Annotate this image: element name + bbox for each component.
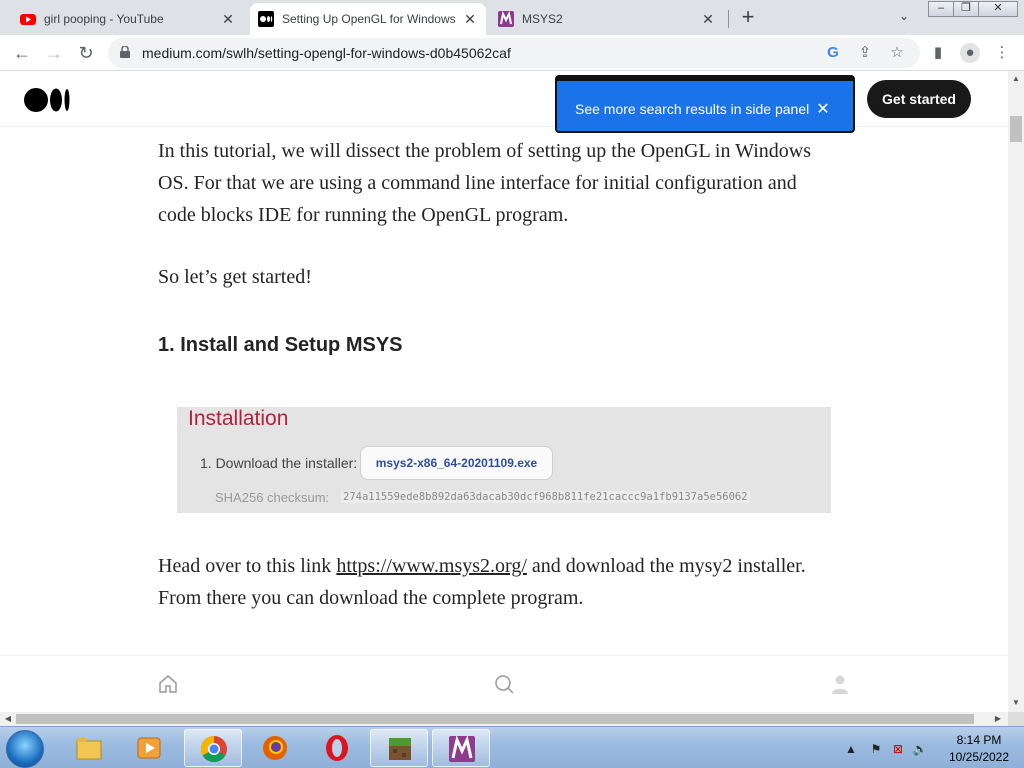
address-bar[interactable]: medium.com/swlh/setting-opengl-for-windo…	[108, 38, 920, 68]
taskbar-chrome[interactable]	[184, 729, 242, 767]
file-explorer-icon	[76, 738, 102, 760]
close-window-icon[interactable]: ✕	[978, 1, 1018, 17]
medium-header: Get started	[0, 71, 1008, 127]
taskbar-minecraft[interactable]	[370, 729, 428, 767]
taskbar-media-player[interactable]	[120, 729, 178, 767]
paragraph-text: Head over to this link	[158, 555, 337, 577]
msys-link-paragraph: Head over to this link https://www.msys2…	[158, 550, 838, 614]
user-avatar-icon[interactable]	[828, 672, 852, 696]
url-text: medium.com/swlh/setting-opengl-for-windo…	[142, 45, 511, 61]
media-player-icon	[137, 737, 161, 759]
web-page: In this tutorial, we will dissect the pr…	[0, 71, 1008, 712]
show-hidden-icons-icon[interactable]: ▲	[843, 741, 859, 757]
side-panel-icon[interactable]: ▮	[928, 43, 948, 63]
start-button-windows-icon[interactable]	[6, 730, 44, 768]
close-tab-icon[interactable]: ✕	[700, 11, 716, 28]
home-icon[interactable]	[156, 672, 180, 696]
vertical-scroll-thumb[interactable]	[1010, 116, 1022, 142]
vertical-scrollbar[interactable]	[1008, 71, 1024, 712]
tab-title: Setting Up OpenGL for Windows	[282, 12, 456, 26]
restore-icon[interactable]: ❐	[953, 1, 979, 17]
installation-step: 1. Download the installer:	[200, 455, 358, 471]
close-tab-icon[interactable]: ✕	[220, 11, 236, 28]
tab-strip: girl pooping - YouTube ✕ Setting Up Open…	[0, 0, 1024, 35]
msys2-link[interactable]: https://www.msys2.org/	[336, 555, 527, 577]
windows-taskbar: ▲ ⚑ ⊠ 🔈 8:14 PM 10/25/2022	[0, 726, 1024, 768]
msys2-icon	[449, 735, 475, 762]
horizontal-scroll-thumb[interactable]	[16, 714, 974, 724]
browser-toolbar: ← → ↻ medium.com/swlh/setting-opengl-for…	[0, 35, 1024, 71]
forward-icon[interactable]: →	[42, 41, 66, 65]
bookmark-star-icon[interactable]: ☆	[888, 44, 906, 62]
msys2-icon	[498, 11, 514, 27]
taskbar-file-explorer[interactable]	[60, 729, 118, 767]
taskbar-opera[interactable]	[308, 729, 366, 767]
taskbar-msys2[interactable]	[432, 729, 490, 767]
tab-medium[interactable]: Setting Up OpenGL for Windows ✕	[250, 3, 486, 35]
installation-title: Installation	[188, 407, 289, 430]
action-center-flag-icon[interactable]: ⚑	[868, 741, 884, 757]
firefox-icon	[263, 736, 287, 760]
installer-download-button: msys2-x86_64-20201109.exe	[360, 446, 553, 480]
reload-icon[interactable]: ↻	[74, 41, 98, 65]
network-icon[interactable]: ⊠	[890, 741, 906, 757]
youtube-icon	[20, 14, 36, 25]
clock-time[interactable]: 8:14 PM	[944, 733, 1014, 747]
close-icon[interactable]: ✕	[815, 99, 831, 119]
tab-youtube[interactable]: girl pooping - YouTube ✕	[12, 3, 244, 35]
medium-logo-icon[interactable]	[24, 87, 70, 113]
close-tab-icon[interactable]: ✕	[462, 11, 478, 28]
scroll-left-arrow-icon[interactable]: ◀	[0, 714, 16, 723]
scroll-right-arrow-icon[interactable]: ▶	[990, 714, 1006, 723]
installation-screenshot: Installation 1. Download the installer: …	[177, 407, 831, 513]
menu-kebab-icon[interactable]: ⋮	[992, 43, 1012, 63]
new-tab-icon[interactable]: +	[736, 6, 760, 30]
taskbar-firefox[interactable]	[246, 729, 304, 767]
minimize-icon[interactable]: –	[928, 1, 954, 17]
get-started-button[interactable]: Get started	[867, 80, 971, 118]
scroll-corner	[1008, 712, 1024, 726]
side-panel-tip-text: See more search results in side panel	[575, 101, 810, 117]
medium-icon	[258, 11, 274, 27]
opera-icon	[326, 735, 348, 761]
google-lens-icon[interactable]: G	[824, 44, 842, 62]
share-icon[interactable]: ⇪	[856, 44, 874, 62]
profile-avatar-icon[interactable]: ●	[960, 43, 980, 63]
bottom-nav	[0, 655, 1008, 712]
side-panel-tip: See more search results in side panel ✕	[555, 75, 855, 133]
chrome-icon	[200, 735, 227, 763]
tab-title: MSYS2	[522, 12, 563, 26]
tab-title: girl pooping - YouTube	[44, 12, 164, 26]
scroll-down-arrow-icon[interactable]: ▼	[1008, 698, 1024, 707]
section-heading: 1. Install and Setup MSYS	[158, 334, 403, 356]
sha-label: SHA256 checksum:	[215, 490, 330, 505]
sha-value: 274a11559ede8b892da63dacab30dcf968b811fe…	[341, 491, 750, 503]
tab-separator	[728, 10, 729, 28]
tab-msys2[interactable]: MSYS2 ✕	[490, 3, 724, 35]
lets-go-paragraph: So let’s get started!	[158, 266, 312, 288]
back-icon[interactable]: ←	[10, 41, 34, 65]
intro-paragraph: In this tutorial, we will dissect the pr…	[158, 140, 811, 226]
clock-date[interactable]: 10/25/2022	[944, 750, 1014, 764]
volume-icon[interactable]: 🔈	[912, 741, 928, 757]
tab-search-chevron-icon[interactable]: ⌄	[894, 9, 914, 27]
lock-icon	[120, 46, 130, 58]
minecraft-icon	[389, 738, 411, 760]
scroll-up-arrow-icon[interactable]: ▲	[1008, 74, 1024, 83]
search-icon[interactable]	[492, 672, 516, 696]
